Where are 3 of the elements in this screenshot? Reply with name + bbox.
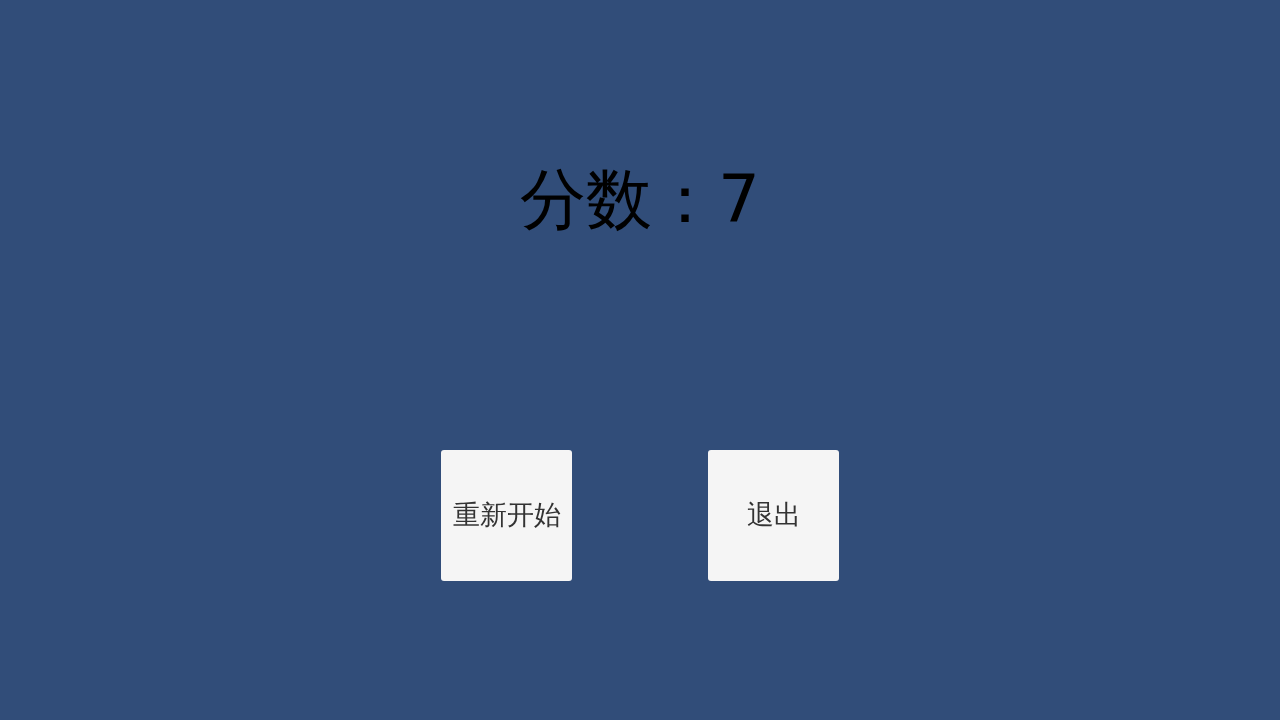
menu-button[interactable]: 重新开始	[441, 450, 572, 581]
menu-button[interactable]: 退出	[708, 450, 839, 581]
score-text: 分数：7	[520, 164, 760, 236]
